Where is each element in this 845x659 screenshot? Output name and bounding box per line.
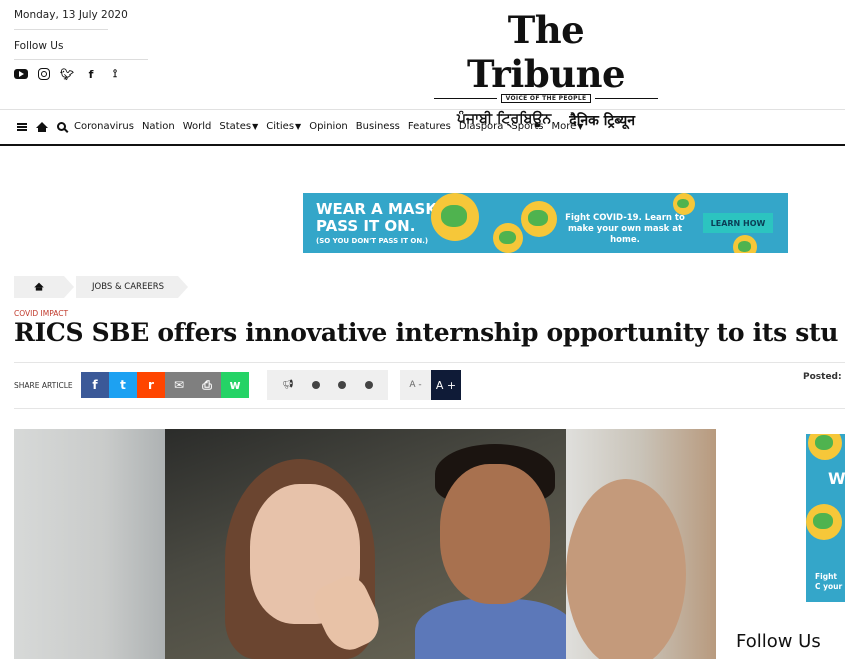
article-headline: RICS SBE offers innovative internship op… [14, 318, 839, 347]
nav-item-diaspora[interactable]: Diaspora [459, 121, 504, 132]
site-logo[interactable]: The Tribune VOICE OF THE PEOPLE ਪੰਜਾਬੀ ਟ… [430, 8, 662, 130]
search-icon[interactable] [54, 122, 69, 131]
nav-item-label: Cities [266, 121, 295, 132]
article-image [14, 429, 716, 659]
image-panel-right [566, 429, 716, 659]
font-size-controls: A - A + [400, 370, 461, 400]
follow-us-label: Follow Us [14, 40, 64, 52]
globe-emoji-icon [806, 504, 842, 540]
tagline-row: VOICE OF THE PEOPLE [430, 94, 662, 103]
rss-icon[interactable]: ⟟ [108, 67, 122, 81]
globe-emoji-icon [673, 193, 695, 215]
tagline: VOICE OF THE PEOPLE [500, 94, 592, 103]
main-nav: Coronavirus Nation World States▼ Cities▼… [14, 121, 591, 132]
stop-button[interactable] [364, 381, 373, 389]
nav-item-nation[interactable]: Nation [142, 121, 175, 132]
play-button[interactable] [338, 381, 347, 389]
chevron-down-icon: ▼ [295, 122, 302, 131]
nav-item-label: States [219, 121, 252, 132]
email-share-button[interactable]: ✉ [165, 372, 193, 398]
nav-item-coronavirus[interactable]: Coronavirus [74, 121, 134, 132]
instagram-icon[interactable] [38, 68, 50, 80]
image-panel-main [165, 429, 575, 659]
ad-headline-line: WEAR A MASK. [316, 200, 443, 218]
ad-banner[interactable]: WEAR A MASK. PASS IT ON. (SO YOU DON'T P… [303, 193, 788, 253]
globe-emoji-icon [431, 193, 479, 241]
nav-item-world[interactable]: World [183, 121, 212, 132]
divider [14, 29, 108, 30]
sidebar-ad-text: Fight C your [815, 572, 843, 591]
twitter-icon[interactable]: 🐦︎ [60, 67, 74, 81]
nav-item-states[interactable]: States▼ [219, 121, 258, 132]
nav-item-opinion[interactable]: Opinion [309, 121, 348, 132]
font-decrease-button[interactable]: A - [400, 370, 431, 400]
whatsapp-share-button[interactable]: w [221, 372, 249, 398]
article-kicker[interactable]: COVID IMPACT [14, 309, 68, 318]
follow-us-heading: Follow Us [736, 631, 821, 652]
sidebar-ad-letter: W [828, 469, 845, 488]
reddit-share-button[interactable]: r [137, 372, 165, 398]
divider [14, 59, 148, 60]
nav-item-more[interactable]: More▼ [551, 121, 583, 132]
nav-item-features[interactable]: Features [408, 121, 451, 132]
breadcrumb: JOBS & CAREERS [14, 276, 189, 298]
twitter-share-button[interactable]: t [109, 372, 137, 398]
sidebar-ad[interactable]: W Fight C your [806, 434, 845, 602]
home-icon [34, 282, 44, 291]
share-buttons: f t r ✉ ⎙ w [81, 372, 249, 398]
posted-label: Posted: [803, 372, 842, 382]
logo-text: The Tribune [466, 8, 626, 96]
globe-emoji-icon [493, 223, 523, 253]
audio-player: 📢︎ [267, 370, 388, 400]
share-label: SHARE ARTICLE [14, 381, 73, 390]
font-increase-button[interactable]: A + [431, 370, 461, 400]
breadcrumb-category[interactable]: JOBS & CAREERS [76, 276, 189, 298]
youtube-icon[interactable] [14, 69, 28, 79]
divider [14, 362, 845, 363]
ad-subline: (SO YOU DON'T PASS IT ON.) [316, 237, 429, 245]
divider [0, 144, 845, 146]
nav-item-label: More [551, 121, 577, 132]
nav-item-cities[interactable]: Cities▼ [266, 121, 301, 132]
rewind-button[interactable] [312, 381, 321, 389]
social-links: 🐦︎ f ⟟ [14, 67, 122, 81]
print-share-button[interactable]: ⎙ [193, 372, 221, 398]
divider [0, 109, 845, 110]
chevron-down-icon: ▼ [577, 122, 584, 131]
current-date: Monday, 13 July 2020 [14, 9, 128, 21]
ad-headline: WEAR A MASK. PASS IT ON. [316, 201, 443, 235]
globe-emoji-icon [733, 235, 757, 253]
menu-icon[interactable] [14, 122, 29, 131]
globe-emoji-icon [808, 434, 842, 460]
ad-middle-text: Fight COVID-19. Learn to make your own m… [565, 213, 685, 245]
facebook-share-button[interactable]: f [81, 372, 109, 398]
breadcrumb-home[interactable] [14, 276, 74, 298]
learn-how-button[interactable]: LEARN HOW [703, 213, 773, 233]
home-icon[interactable] [34, 121, 49, 132]
chevron-down-icon: ▼ [252, 122, 259, 131]
nav-item-business[interactable]: Business [356, 121, 400, 132]
megaphone-icon[interactable]: 📢︎ [282, 380, 293, 390]
image-panel-left [14, 429, 165, 659]
divider [14, 408, 845, 409]
facebook-icon[interactable]: f [84, 67, 98, 81]
globe-emoji-icon [521, 201, 557, 237]
nav-item-sports[interactable]: Sports [511, 121, 543, 132]
ad-headline-line: PASS IT ON. [316, 217, 416, 235]
